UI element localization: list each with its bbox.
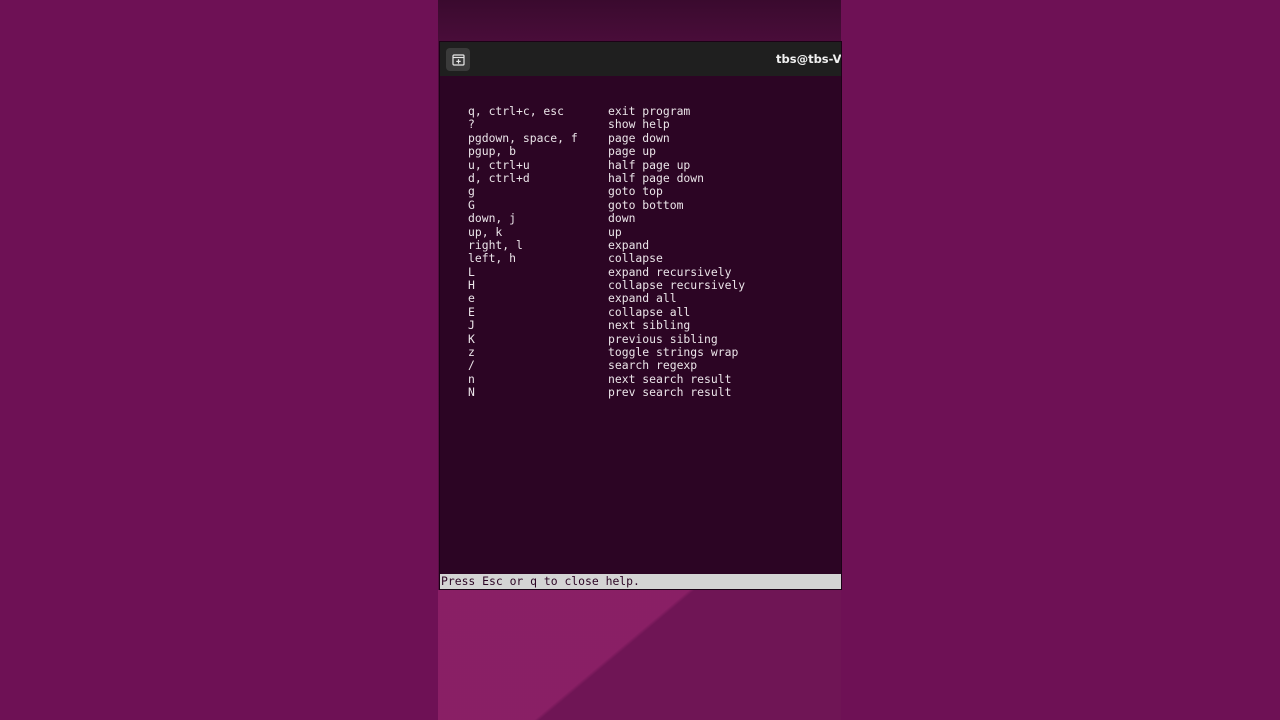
help-row: u, ctrl+u half page up <box>468 157 745 172</box>
new-tab-icon <box>451 53 465 66</box>
help-description: page down <box>608 130 670 145</box>
help-key: pgup, b <box>468 144 517 159</box>
help-key: G <box>468 197 475 212</box>
help-row: d, ctrl+d half page down <box>468 170 745 185</box>
help-row: up, k up <box>468 224 745 239</box>
window-title: tbs@tbs-Vi <box>776 52 841 66</box>
help-description: show help <box>608 117 670 132</box>
status-bar: Press Esc or q to close help. <box>440 574 841 589</box>
help-row: right, l expand <box>468 237 745 252</box>
help-list: q, ctrl+c, esc exit program? show help pgdo… <box>468 104 746 400</box>
help-description: expand all <box>608 291 677 306</box>
help-description: next sibling <box>608 318 691 333</box>
help-description: exit program <box>608 104 691 118</box>
help-key: E <box>468 304 475 319</box>
help-description: next search result <box>608 371 732 386</box>
help-key: L <box>468 264 475 279</box>
help-key: u, ctrl+u <box>468 157 530 172</box>
help-row: down, j down <box>468 211 745 226</box>
help-row: Ggoto bottom <box>468 197 745 212</box>
help-description: down <box>608 211 636 226</box>
help-key: H <box>468 278 475 293</box>
help-key: d, ctrl+d <box>468 170 530 185</box>
help-row: ? show help <box>468 117 745 132</box>
help-key: N <box>468 385 475 400</box>
help-key: J <box>468 318 475 333</box>
terminal-window[interactable]: tbs@tbs-Vi q, ctrl+c, esc exit program? sh… <box>440 42 841 589</box>
help-description: expand <box>608 237 650 252</box>
help-row: pgup, b page up <box>468 144 745 159</box>
help-key: g <box>468 184 475 199</box>
help-row: pgdown, space, f page down <box>468 130 745 145</box>
help-row: Lexpand recursively <box>468 264 745 279</box>
help-row: Ecollapse all <box>468 304 745 319</box>
help-row: q, ctrl+c, esc exit program <box>468 104 745 118</box>
help-description: page up <box>608 144 657 159</box>
help-description: half page down <box>608 170 705 185</box>
help-key: left, h <box>468 251 517 266</box>
help-row: Hcollapse recursively <box>468 278 746 293</box>
help-description: half page up <box>608 157 691 172</box>
help-key: up, k <box>468 224 503 239</box>
help-key: / <box>468 358 475 373</box>
help-description: collapse <box>608 251 663 266</box>
help-row: Kprevious sibling <box>468 331 745 346</box>
help-row: z toggle strings wrap <box>468 345 745 360</box>
screen: tbs@tbs-Vi q, ctrl+c, esc exit program? sh… <box>0 0 1280 720</box>
terminal-content[interactable]: q, ctrl+c, esc exit program? show help pgdo… <box>440 76 841 573</box>
help-row: g goto top <box>468 184 745 199</box>
help-description: prev search result <box>608 385 732 400</box>
help-description: up <box>608 224 622 239</box>
help-description: goto top <box>608 184 663 199</box>
help-row: / search regexp <box>468 358 745 373</box>
help-key: z <box>468 345 475 360</box>
help-key: pgdown, space, f <box>468 130 578 145</box>
help-description: expand recursively <box>608 264 732 279</box>
help-key: e <box>468 291 475 306</box>
help-description: search regexp <box>608 358 698 373</box>
terminal-titlebar[interactable]: tbs@tbs-Vi <box>440 42 841 76</box>
help-row: n next search result <box>468 371 745 386</box>
help-key: ? <box>468 117 475 132</box>
help-row: left, h collapse <box>468 251 745 266</box>
new-tab-button[interactable] <box>446 48 470 71</box>
help-row: Nprev search result <box>468 385 745 400</box>
help-description: goto bottom <box>608 197 684 212</box>
help-description: collapse recursively <box>608 278 746 293</box>
help-description: previous sibling <box>608 331 718 346</box>
help-key: right, l <box>468 237 523 252</box>
help-key: K <box>468 331 475 346</box>
help-row: Jnext sibling <box>468 318 745 333</box>
help-key: down, j <box>468 211 517 226</box>
help-description: toggle strings wrap <box>608 345 739 360</box>
help-row: e expand all <box>468 291 745 306</box>
help-key: n <box>468 371 475 386</box>
help-key: q, ctrl+c, esc <box>468 104 565 118</box>
help-description: collapse all <box>608 304 691 319</box>
wallpaper-shape-accent <box>438 590 841 720</box>
